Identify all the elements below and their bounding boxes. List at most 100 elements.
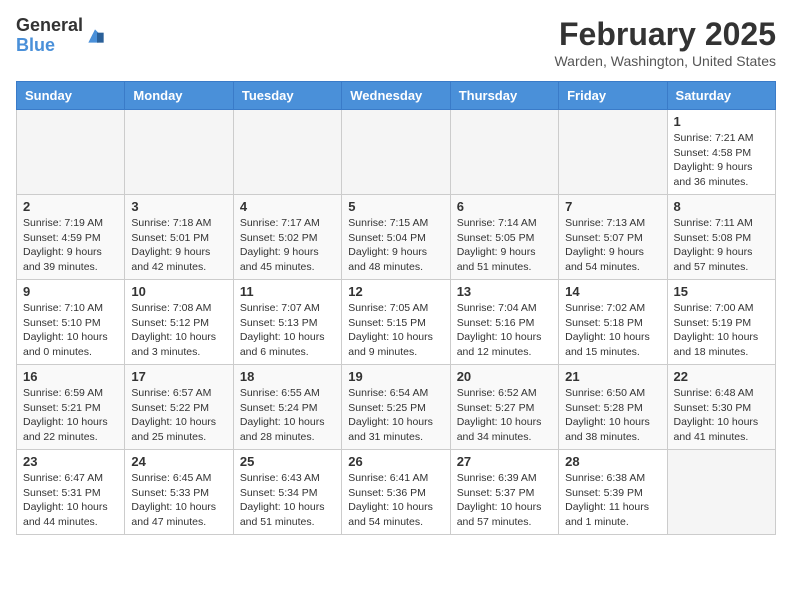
week-row-3: 9 Sunrise: 7:10 AM Sunset: 5:10 PM Daylig…: [17, 280, 776, 365]
day-cell: 15Sunrise: 7:00 AM Sunset: 5:19 PM Dayli…: [667, 280, 775, 365]
day-number: 12: [348, 284, 443, 299]
day-number: 6: [457, 199, 552, 214]
day-cell: [559, 110, 667, 195]
day-number: 23: [23, 454, 118, 469]
day-cell: 10 Sunrise: 7:08 AM Sunset: 5:12 PM Dayli…: [125, 280, 233, 365]
weekday-header-friday: Friday: [559, 82, 667, 110]
day-cell: 6 Sunrise: 7:14 AM Sunset: 5:05 PM Daylig…: [450, 195, 558, 280]
day-cell: 24 Sunrise: 6:45 AM Sunset: 5:33 PM Dayli…: [125, 450, 233, 535]
week-row-5: 23 Sunrise: 6:47 AM Sunset: 5:31 PM Dayli…: [17, 450, 776, 535]
day-info: Sunrise: 7:19 AM Sunset: 4:59 PM Dayligh…: [23, 216, 118, 275]
week-row-2: 2 Sunrise: 7:19 AM Sunset: 4:59 PM Daylig…: [17, 195, 776, 280]
day-info: Sunrise: 7:14 AM Sunset: 5:05 PM Dayligh…: [457, 216, 552, 275]
logo-blue: Blue: [16, 36, 83, 56]
day-number: 3: [131, 199, 226, 214]
day-number: 11: [240, 284, 335, 299]
day-number: 8: [674, 199, 769, 214]
day-number: 22: [674, 369, 769, 384]
day-cell: [233, 110, 341, 195]
day-cell: 8 Sunrise: 7:11 AM Sunset: 5:08 PM Daylig…: [667, 195, 775, 280]
weekday-header-saturday: Saturday: [667, 82, 775, 110]
day-info: Sunrise: 7:15 AM Sunset: 5:04 PM Dayligh…: [348, 216, 443, 275]
day-info: Sunrise: 6:59 AM Sunset: 5:21 PM Dayligh…: [23, 386, 118, 445]
day-cell: [667, 450, 775, 535]
day-info: Sunrise: 7:08 AM Sunset: 5:12 PM Dayligh…: [131, 301, 226, 360]
day-cell: [17, 110, 125, 195]
day-info: Sunrise: 7:05 AM Sunset: 5:15 PM Dayligh…: [348, 301, 443, 360]
day-info: Sunrise: 7:07 AM Sunset: 5:13 PM Dayligh…: [240, 301, 335, 360]
day-cell: [450, 110, 558, 195]
day-number: 16: [23, 369, 118, 384]
weekday-header-wednesday: Wednesday: [342, 82, 450, 110]
day-number: 5: [348, 199, 443, 214]
weekday-header-row: SundayMondayTuesdayWednesdayThursdayFrid…: [17, 82, 776, 110]
day-info: Sunrise: 6:50 AM Sunset: 5:28 PM Dayligh…: [565, 386, 660, 445]
weekday-header-tuesday: Tuesday: [233, 82, 341, 110]
day-cell: 21 Sunrise: 6:50 AM Sunset: 5:28 PM Dayli…: [559, 365, 667, 450]
day-cell: [125, 110, 233, 195]
weekday-header-sunday: Sunday: [17, 82, 125, 110]
day-cell: 12 Sunrise: 7:05 AM Sunset: 5:15 PM Dayli…: [342, 280, 450, 365]
day-number: 17: [131, 369, 226, 384]
day-number: 24: [131, 454, 226, 469]
day-cell: 26Sunrise: 6:41 AM Sunset: 5:36 PM Dayli…: [342, 450, 450, 535]
day-number: 7: [565, 199, 660, 214]
day-cell: 1 Sunrise: 7:21 AM Sunset: 4:58 PM Daylig…: [667, 110, 775, 195]
week-row-4: 16 Sunrise: 6:59 AM Sunset: 5:21 PM Dayli…: [17, 365, 776, 450]
day-info: Sunrise: 6:48 AM Sunset: 5:30 PM Dayligh…: [674, 386, 769, 445]
weekday-header-monday: Monday: [125, 82, 233, 110]
day-info: Sunrise: 6:41 AM Sunset: 5:36 PM Dayligh…: [348, 471, 443, 530]
day-number: 13: [457, 284, 552, 299]
day-info: Sunrise: 7:17 AM Sunset: 5:02 PM Dayligh…: [240, 216, 335, 275]
day-cell: 7 Sunrise: 7:13 AM Sunset: 5:07 PM Daylig…: [559, 195, 667, 280]
day-info: Sunrise: 7:10 AM Sunset: 5:10 PM Dayligh…: [23, 301, 118, 360]
day-number: 15: [674, 284, 769, 299]
day-info: Sunrise: 7:11 AM Sunset: 5:08 PM Dayligh…: [674, 216, 769, 275]
month-title: February 2025: [554, 16, 776, 53]
logo-text: General Blue: [16, 16, 105, 56]
day-info: Sunrise: 6:45 AM Sunset: 5:33 PM Dayligh…: [131, 471, 226, 530]
day-number: 1: [674, 114, 769, 129]
day-number: 9: [23, 284, 118, 299]
day-cell: 2 Sunrise: 7:19 AM Sunset: 4:59 PM Daylig…: [17, 195, 125, 280]
day-cell: 27 Sunrise: 6:39 AM Sunset: 5:37 PM Dayli…: [450, 450, 558, 535]
day-number: 27: [457, 454, 552, 469]
logo-general: General: [16, 16, 83, 36]
day-number: 10: [131, 284, 226, 299]
day-cell: 9 Sunrise: 7:10 AM Sunset: 5:10 PM Daylig…: [17, 280, 125, 365]
day-cell: 5 Sunrise: 7:15 AM Sunset: 5:04 PM Daylig…: [342, 195, 450, 280]
day-info: Sunrise: 7:13 AM Sunset: 5:07 PM Dayligh…: [565, 216, 660, 275]
day-number: 4: [240, 199, 335, 214]
day-number: 21: [565, 369, 660, 384]
day-number: 20: [457, 369, 552, 384]
day-info: Sunrise: 6:52 AM Sunset: 5:27 PM Dayligh…: [457, 386, 552, 445]
week-row-1: 1 Sunrise: 7:21 AM Sunset: 4:58 PM Daylig…: [17, 110, 776, 195]
day-number: 19: [348, 369, 443, 384]
day-info: Sunrise: 7:04 AM Sunset: 5:16 PM Dayligh…: [457, 301, 552, 360]
day-cell: 17Sunrise: 6:57 AM Sunset: 5:22 PM Dayli…: [125, 365, 233, 450]
day-cell: 19Sunrise: 6:54 AM Sunset: 5:25 PM Dayli…: [342, 365, 450, 450]
day-number: 2: [23, 199, 118, 214]
day-cell: 11 Sunrise: 7:07 AM Sunset: 5:13 PM Dayli…: [233, 280, 341, 365]
day-info: Sunrise: 7:02 AM Sunset: 5:18 PM Dayligh…: [565, 301, 660, 360]
day-cell: 23 Sunrise: 6:47 AM Sunset: 5:31 PM Dayli…: [17, 450, 125, 535]
day-cell: 22 Sunrise: 6:48 AM Sunset: 5:30 PM Dayli…: [667, 365, 775, 450]
day-cell: 3 Sunrise: 7:18 AM Sunset: 5:01 PM Daylig…: [125, 195, 233, 280]
page-header: General Blue February 2025 Warden, Washi…: [16, 16, 776, 69]
day-info: Sunrise: 7:21 AM Sunset: 4:58 PM Dayligh…: [674, 131, 769, 190]
day-info: Sunrise: 6:38 AM Sunset: 5:39 PM Dayligh…: [565, 471, 660, 530]
day-cell: 25Sunrise: 6:43 AM Sunset: 5:34 PM Dayli…: [233, 450, 341, 535]
day-cell: 20 Sunrise: 6:52 AM Sunset: 5:27 PM Dayli…: [450, 365, 558, 450]
day-cell: 18Sunrise: 6:55 AM Sunset: 5:24 PM Dayli…: [233, 365, 341, 450]
weekday-header-thursday: Thursday: [450, 82, 558, 110]
logo: General Blue: [16, 16, 105, 56]
title-block: February 2025 Warden, Washington, United…: [554, 16, 776, 69]
day-info: Sunrise: 6:39 AM Sunset: 5:37 PM Dayligh…: [457, 471, 552, 530]
day-number: 25: [240, 454, 335, 469]
day-cell: 28 Sunrise: 6:38 AM Sunset: 5:39 PM Dayli…: [559, 450, 667, 535]
day-info: Sunrise: 7:18 AM Sunset: 5:01 PM Dayligh…: [131, 216, 226, 275]
day-number: 18: [240, 369, 335, 384]
day-number: 28: [565, 454, 660, 469]
day-cell: 16 Sunrise: 6:59 AM Sunset: 5:21 PM Dayli…: [17, 365, 125, 450]
day-info: Sunrise: 6:47 AM Sunset: 5:31 PM Dayligh…: [23, 471, 118, 530]
